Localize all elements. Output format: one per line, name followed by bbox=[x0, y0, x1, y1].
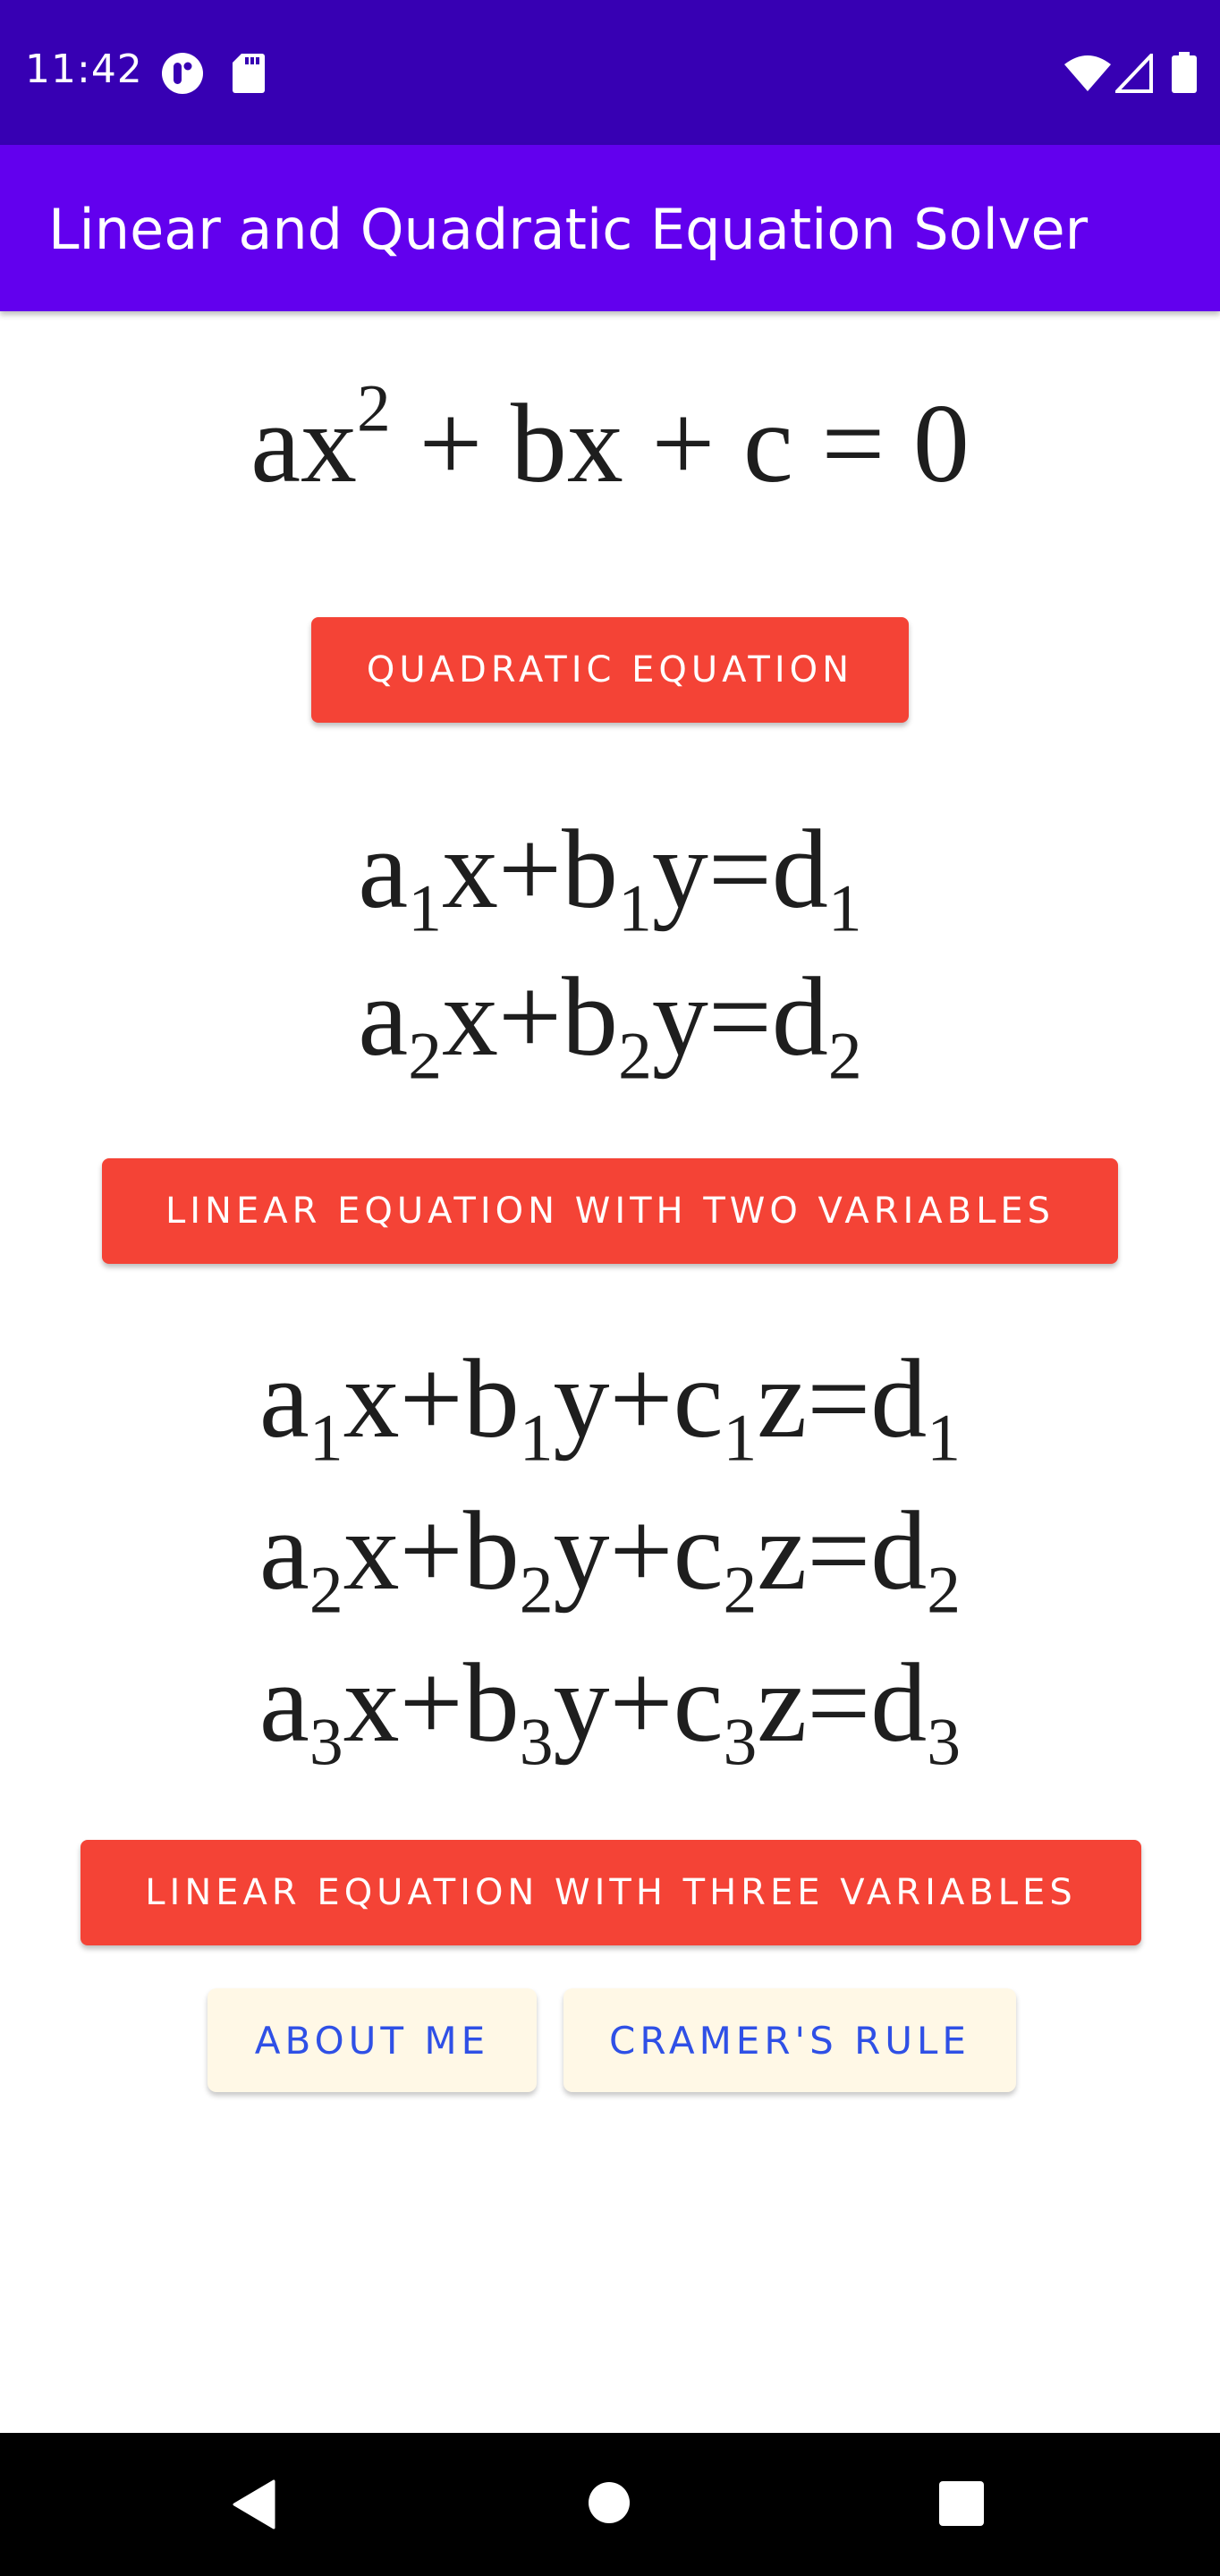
app-title: Linear and Quadratic Equation Solver bbox=[48, 197, 1089, 262]
home-icon[interactable] bbox=[588, 2481, 631, 2524]
linear-three-variables-equation-image: a1x+b1y+c1z=d1 a2x+b2y+c2z=d2 a3x+b3y+c3… bbox=[258, 1337, 962, 1780]
cell-signal-icon bbox=[1115, 54, 1153, 93]
about-me-button[interactable]: ABOUT ME bbox=[208, 1988, 537, 2092]
linear-two-variables-button[interactable]: LINEAR EQUATION WITH TWO VARIABLES bbox=[102, 1158, 1118, 1264]
sd-card-icon bbox=[233, 54, 265, 93]
wifi-icon bbox=[1064, 55, 1111, 91]
back-icon[interactable] bbox=[231, 2479, 277, 2529]
status-bar: 11:42 bbox=[0, 0, 1220, 145]
battery-icon bbox=[1172, 52, 1197, 93]
linear-two-variables-equation-image: a1x+b1y=d1 a2x+b2y=d2 bbox=[358, 808, 862, 1094]
navigation-bar bbox=[0, 2433, 1220, 2576]
status-time: 11:42 bbox=[25, 47, 143, 92]
cramers-rule-button[interactable]: CRAMER'S RULE bbox=[563, 1988, 1016, 2092]
quadratic-equation-button[interactable]: QUADRATIC EQUATION bbox=[311, 617, 909, 723]
app-bar: Linear and Quadratic Equation Solver bbox=[0, 145, 1220, 311]
recents-icon[interactable] bbox=[939, 2481, 984, 2526]
linear-three-variables-button[interactable]: LINEAR EQUATION WITH THREE VARIABLES bbox=[80, 1840, 1141, 1945]
quadratic-equation-image: ax2 + bx + c = 0 bbox=[250, 371, 970, 506]
app-notification-icon bbox=[162, 53, 203, 94]
